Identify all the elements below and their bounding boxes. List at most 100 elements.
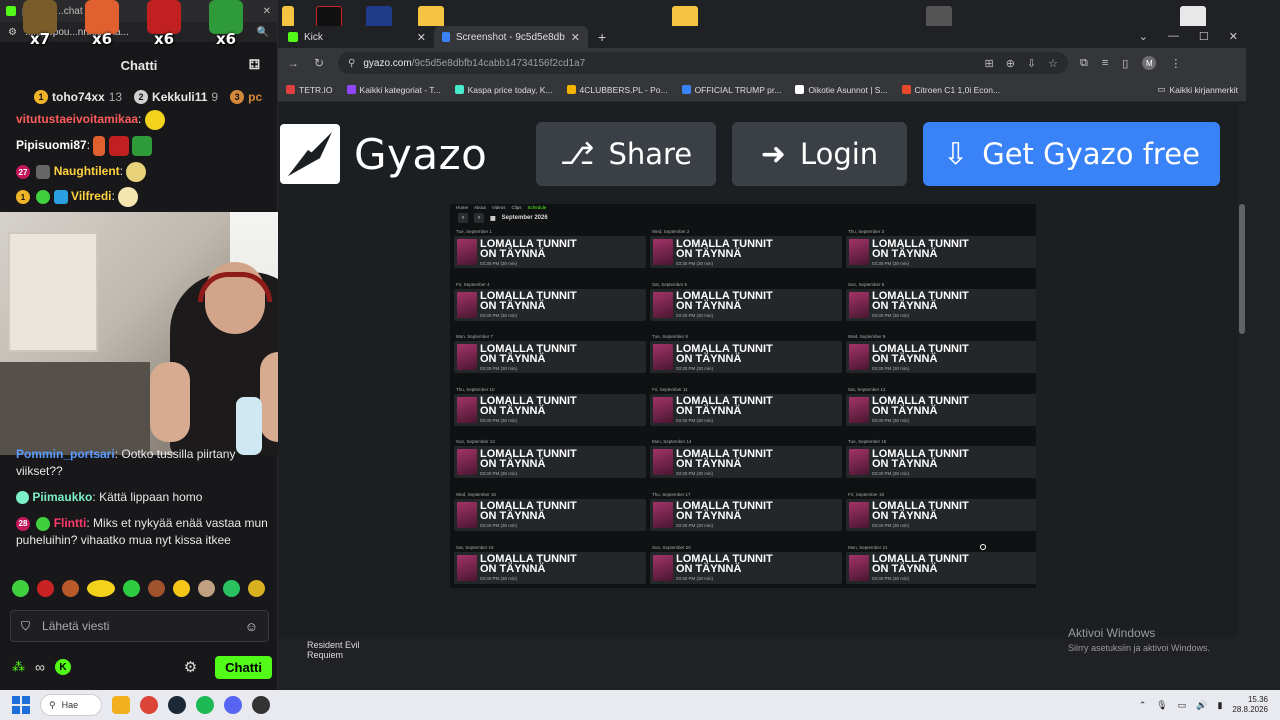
zoom-icon[interactable]: 🔍 [257, 27, 269, 38]
desktop-game-shortcut[interactable]: Resident Evil Requiem [307, 640, 360, 660]
leaderboard-entry[interactable]: 3 pc [230, 90, 262, 104]
tab-screenshot[interactable]: Screenshot - 9c5d5e8dbfb14ca ✕ [434, 26, 588, 48]
chat-menu-icon[interactable]: ⚃ [249, 57, 260, 73]
split-icon[interactable]: ▯ [1122, 57, 1128, 70]
schedule-event: LOMALLA TUNNIT ON TÄYNNÄ 03:30 PM (30 min) [846, 446, 1036, 479]
nav-item: Videos [491, 204, 506, 210]
emote-icon[interactable] [173, 580, 190, 597]
minimize-icon[interactable]: — [1168, 30, 1179, 43]
kick-logo-icon[interactable]: K [54, 659, 71, 675]
chat-username[interactable]: Pommin_portsari [16, 447, 115, 461]
gyazo-logo[interactable]: Gyazo [280, 124, 487, 184]
event-title: ON TÄYNNÄ [676, 563, 742, 576]
bookmark-item[interactable]: Citroen C1 1,0i Econ... [901, 85, 1000, 95]
emote-icon[interactable] [12, 580, 29, 597]
new-tab-button[interactable]: + [588, 26, 616, 48]
chat-send-button[interactable]: Chatti [215, 655, 272, 679]
desktop-icon[interactable] [316, 6, 342, 28]
settings-icon[interactable]: ⚙ [8, 27, 17, 38]
bookmark-item[interactable]: Kaspa price today, K... [454, 85, 553, 95]
install-icon[interactable]: ⇩ [1027, 57, 1036, 70]
tab-label: Screenshot - 9c5d5e8dbfb14ca [455, 31, 565, 43]
chat-username[interactable]: Pipisuomi87 [16, 138, 87, 152]
emote-icon[interactable] [62, 580, 79, 597]
login-button[interactable]: ➜ Login [732, 122, 907, 186]
zoom-icon[interactable]: ⊕ [1006, 57, 1015, 70]
chat-username[interactable]: Piimaukko [32, 490, 92, 504]
schedule-day: Sat, September 5 LOMALLA TUNNIT ON TÄYNNÄ 0… [650, 281, 842, 334]
chat-username[interactable]: Flintti [54, 516, 87, 530]
forward-icon[interactable]: → [286, 56, 300, 70]
address-bar[interactable]: ⚲ gyazo.com/9c5d5e8dbfb14cabb14734156f2c… [338, 52, 1068, 74]
desktop-icon[interactable] [1180, 6, 1206, 28]
leaderboard-entry[interactable]: 2 Kekkuli11 9 [134, 90, 218, 104]
emote-icon[interactable] [148, 580, 165, 597]
close-icon[interactable]: ✕ [1229, 30, 1238, 43]
bookmark-item[interactable]: OFFICIAL TRUMP pr... [681, 84, 782, 95]
emoji-icon[interactable]: ☺ [245, 619, 258, 634]
leaderboard-entry[interactable]: 1 toho74xx 13 [34, 90, 122, 104]
bookmark-item[interactable]: Oikotie Asunnot | S... [795, 85, 888, 95]
chat-username[interactable]: Naughtilent [54, 164, 120, 178]
share-button[interactable]: ⎇ Share [536, 122, 716, 186]
all-bookmarks[interactable]: ▭ Kaikki kirjanmerkit [1157, 84, 1238, 95]
maximize-icon[interactable]: ☐ [1199, 30, 1209, 43]
points-icon[interactable]: ⁂ [12, 659, 25, 675]
desktop-icon[interactable] [926, 6, 952, 28]
desktop-icon[interactable] [418, 6, 444, 28]
bookmark-item[interactable]: Kaikki kategoriat - T... [346, 85, 441, 95]
network-icon[interactable]: ▭ [1178, 700, 1187, 711]
message-input[interactable] [42, 619, 233, 633]
chat-username[interactable]: Vilfredi [71, 189, 111, 203]
event-title: ON TÄYNNÄ [872, 300, 938, 313]
get-gyazo-button[interactable]: ⇩ Get Gyazo free [923, 122, 1220, 186]
steam-icon[interactable] [168, 696, 186, 714]
shield-icon[interactable]: ⛉ [21, 619, 30, 634]
tab-kick[interactable]: Kick ✕ [280, 26, 434, 48]
desktop-icon[interactable] [366, 6, 392, 28]
close-icon[interactable]: ✕ [263, 6, 271, 17]
obs-icon[interactable] [252, 696, 270, 714]
chrome-icon[interactable] [140, 696, 158, 714]
close-icon[interactable]: ✕ [571, 31, 580, 44]
desktop-icon[interactable] [672, 6, 698, 28]
page-scrollbar[interactable] [1238, 104, 1246, 638]
emote-icon[interactable] [37, 580, 54, 597]
profile-avatar[interactable]: M [1142, 56, 1157, 70]
tab-search-icon[interactable]: ⌄ [1139, 30, 1148, 43]
clock[interactable]: 15.36 28.8.2026 [1232, 695, 1268, 715]
discord-icon[interactable] [224, 696, 242, 714]
schedule-event: LOMALLA TUNNIT ON TÄYNNÄ 03:30 PM (30 min) [846, 498, 1036, 531]
browser-toolbar: → ↻ ⚲ gyazo.com/9c5d5e8dbfb14cabb1473415… [278, 48, 1246, 78]
close-icon[interactable]: ✕ [417, 31, 426, 44]
desktop-icon[interactable] [282, 6, 294, 28]
translate-icon[interactable]: ⊞ [984, 57, 993, 70]
emote-icon[interactable] [223, 580, 240, 597]
bookmark-label: OFFICIAL TRUMP pr... [694, 84, 782, 95]
reload-icon[interactable]: ↻ [312, 56, 326, 70]
media-icon[interactable]: ≡ [1102, 57, 1108, 69]
chat-title: Chatti [120, 57, 158, 73]
site-info-icon[interactable]: ⚲ [348, 58, 355, 69]
windows-start-icon[interactable] [12, 696, 30, 714]
emote-icon[interactable] [198, 580, 215, 597]
activate-subtitle: Siirry asetuksiin ja aktivoi Windows. [1068, 643, 1211, 653]
chevron-up-icon[interactable]: ⌃ [1139, 700, 1147, 711]
spotify-icon[interactable] [196, 696, 214, 714]
emote-icon[interactable] [248, 580, 265, 597]
bookmark-item[interactable]: 4CLUBBERS.PL - Po... [566, 85, 668, 95]
battery-icon[interactable]: ▮ [1217, 700, 1222, 711]
file-explorer-icon[interactable] [112, 696, 130, 714]
microphone-icon[interactable]: 🎙 [1156, 700, 1167, 711]
star-icon[interactable]: ☆ [1048, 57, 1058, 70]
taskbar-search[interactable]: ⚲ Hae [40, 694, 102, 716]
bookmark-item[interactable]: TETR.IO [286, 85, 333, 95]
extensions-icon[interactable]: ⧉ [1080, 57, 1088, 70]
chat-username[interactable]: vitutustaeivoitamikaa [16, 112, 138, 126]
emote-icon[interactable] [123, 580, 140, 597]
emote-icon[interactable] [87, 580, 115, 597]
scroll-thumb[interactable] [1239, 204, 1245, 334]
gear-icon[interactable]: ⚙ [184, 658, 197, 676]
volume-icon[interactable]: 🔊 [1196, 700, 1207, 711]
menu-icon[interactable]: ⋮ [1170, 57, 1181, 70]
